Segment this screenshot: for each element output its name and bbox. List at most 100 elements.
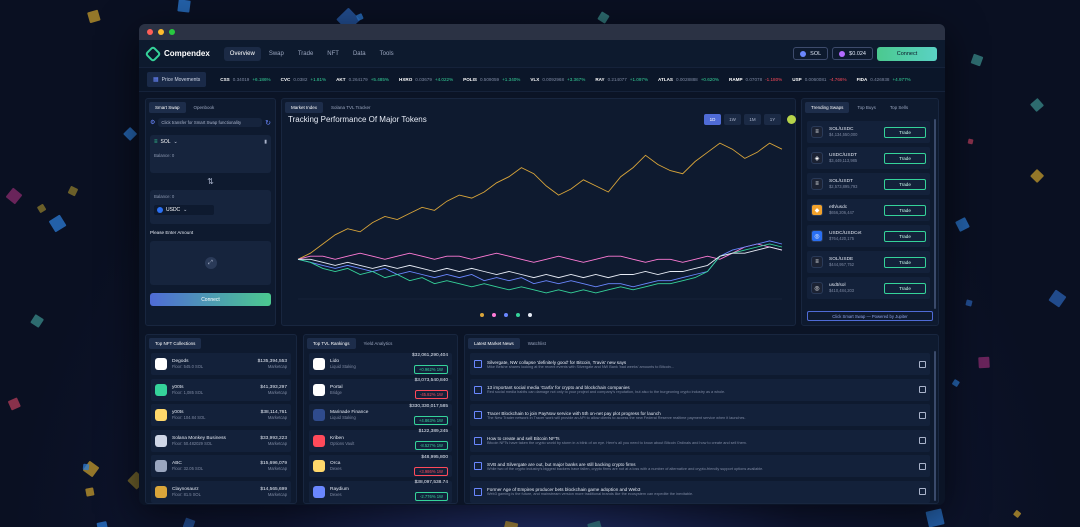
ticker-item[interactable]: RAY 0.214077 +1.097% [595,77,648,82]
trade-button[interactable]: Trade [884,230,926,242]
tab-solana-tvl[interactable]: Solana TVL Tracker [325,102,377,113]
tvl-row[interactable]: Orca Dexes $48,995,800 +3.986% 1W [309,455,452,477]
tab-yield-analytics[interactable]: Yield Analytics [358,338,399,349]
news-item[interactable]: 13 important social media 'Garfa' for cr… [470,378,930,401]
ticker-item[interactable]: POLIS 0.509059 +1.340% [463,77,520,82]
timeframe-1y[interactable]: 1Y [764,114,781,125]
tab-trending-swaps[interactable]: Trending Swaps [805,102,850,113]
tvl-row[interactable]: Lido Liquid Staking $32,061,290,404 +0.962%… [309,353,452,375]
trade-button[interactable]: Trade [884,126,926,138]
nav-overview[interactable]: Overview [223,46,261,61]
nav-nft[interactable]: NFT [321,47,345,61]
swaps-scrollbar[interactable] [934,119,936,309]
external-link-icon[interactable] [919,386,926,393]
trade-button[interactable]: Trade [884,204,926,216]
nav-trade[interactable]: Trade [292,47,319,61]
ticker-item[interactable]: CSS 0.34019 +6.186% [220,77,270,82]
legend-marker[interactable] [480,313,484,317]
trade-button[interactable]: Trade [884,282,926,294]
tab-openbook[interactable]: Openbook [188,102,221,113]
amount-input[interactable]: ⤢ [150,241,271,285]
connect-wallet-button[interactable]: Connect [877,46,937,61]
ticker-item[interactable]: ATLAS 0.0028888 +0.620% [658,77,719,82]
close-window-icon[interactable] [147,29,153,35]
settings-icon[interactable]: ⚙ [150,119,155,126]
legend-marker[interactable] [504,313,508,317]
tvl-row[interactable]: Marinade Finance Liquid Staking $330,330,0… [309,404,452,426]
market-chart-panel: Market Index Solana TVL Tracker Tracking… [281,98,796,326]
nft-row[interactable]: y00ts Floor: 1,085 SOL $41,393,297 Marketca… [151,378,291,401]
nav-data[interactable]: Data [347,47,372,61]
chart-options-icon[interactable] [787,115,796,124]
tvl-row[interactable]: Portal Bridge $3,073,540,840 -45.82% 1W [309,378,452,401]
swap-connect-button[interactable]: Connect [150,293,271,306]
from-token-selector[interactable]: ≡ SOL ⌄ [154,139,178,145]
tvl-row[interactable]: Raydium Dexes $38,097,538.74 -2.776% 1W [309,480,452,503]
nft-row[interactable]: Solana Monkey Business Floor: 50.482029 S… [151,429,291,452]
external-link-icon[interactable] [919,437,926,444]
external-link-icon[interactable] [919,462,926,470]
logo[interactable]: Compendex [144,45,210,62]
nav-tools[interactable]: Tools [374,47,400,61]
nft-row[interactable]: Claynosaurz Floor: 81.5 SOL $14,565,699 Mar… [151,480,291,503]
swap-row: ◈ USDC/USDT $3,449,113,985 Trade [807,147,930,169]
to-token-selector[interactable]: USDC ⌄ [154,205,214,215]
timeframe-1w[interactable]: 1W [724,114,741,125]
swap-volume: $4,134,550,000 [829,132,858,137]
network-selector[interactable]: SOL [793,47,829,60]
news-item[interactable]: SVB and Silvergate are out, but major ba… [470,455,930,477]
nft-marketcap: $38,114,761 Marketcap [261,410,287,420]
timeframe-1m[interactable]: 1M [744,114,761,125]
tab-market-index[interactable]: Market Index [285,102,324,113]
nav-swap[interactable]: Swap [263,47,290,61]
trade-button[interactable]: Trade [884,178,926,190]
news-item[interactable]: Silvergate, NW collapse 'definitely good… [470,353,930,375]
legend-marker[interactable] [528,313,532,317]
minimize-window-icon[interactable] [158,29,164,35]
news-item[interactable]: How to create and sell Bitcoin NFTs Bitco… [470,429,930,452]
wallet-balance[interactable]: $0.024 [832,47,873,60]
swap-volume: $764,420,175 [829,236,855,241]
refresh-icon[interactable]: ↻ [265,119,271,127]
protocol-tvl-change: +3.986% 1W [413,466,448,476]
ticker-change: +1.340% [502,77,521,82]
maximize-window-icon[interactable] [169,29,175,35]
tab-top-sells[interactable]: Top Sells [884,102,914,113]
ticker-item[interactable]: AKT 0.264179 +5.485% [336,77,389,82]
swap-direction-icon[interactable]: ⇅ [146,177,275,186]
legend-marker[interactable] [492,313,496,317]
external-link-icon[interactable] [919,488,926,495]
nft-floor: Floor: 50.482029 SOL [172,440,213,446]
ticker-item[interactable]: HXRO 0.03679 +4.022% [399,77,453,82]
timeframe-1d[interactable]: 1D [704,114,721,125]
trade-button[interactable]: Trade [884,256,926,268]
news-scrollbar[interactable] [934,351,936,501]
protocol-info: Orca Dexes [330,461,342,471]
news-item[interactable]: Tracer Blockchain to join PayNow service… [470,404,930,426]
tab-top-nft-collections[interactable]: Top NFT Collections [149,338,202,349]
smart-swap-footer-link[interactable]: Click Smart Swap — Powered by Jupiter [807,311,933,321]
tvl-row[interactable]: Kriben Options Vault $122,389,245 -8.527% 1… [309,429,452,452]
tab-top-tvl[interactable]: Top TVL Rankings [307,338,356,349]
nft-row[interactable]: ABC Floor: 32.05 SOL $15,696,079 Marketcap [151,455,291,477]
swap-row: ◎ usdt/sol $410,484,203 Trade [807,277,930,299]
trade-button[interactable]: Trade [884,152,926,164]
external-link-icon[interactable] [919,360,926,368]
tab-watchlist[interactable]: Watchlist [522,338,552,349]
price-movements-tab[interactable]: ▦ Price Movements [147,72,207,87]
nft-row[interactable]: Degods Floor: 545.0 SOL $135,394,553 Market… [151,353,291,375]
external-link-icon[interactable] [919,411,926,419]
ticker-price: 0.03679 [415,77,432,82]
ticker-item[interactable]: RAMP 0.07078 -1.180% [729,77,782,82]
tab-latest-news[interactable]: Latest Market News [468,338,520,349]
legend-marker[interactable] [516,313,520,317]
ticker-item[interactable]: VLX 0.0092968 +3.367% [530,77,585,82]
news-item[interactable]: Former Age of Empires producer bets bloc… [470,480,930,503]
protocol-category: Options Vault [330,440,355,446]
nft-row[interactable]: y00ts Floor: 104.84 SOL $38,114,761 Marketc… [151,404,291,426]
tab-top-buys[interactable]: Top Buys [851,102,882,113]
tab-smart-swap[interactable]: Smart Swap [149,102,186,113]
ticker-item[interactable]: FIDA 0.426938 +4.977% [857,77,911,82]
ticker-item[interactable]: CVC 0.0382 +1.81% [281,77,326,82]
ticker-item[interactable]: USP 0.0060081 -4.766% [792,77,846,82]
